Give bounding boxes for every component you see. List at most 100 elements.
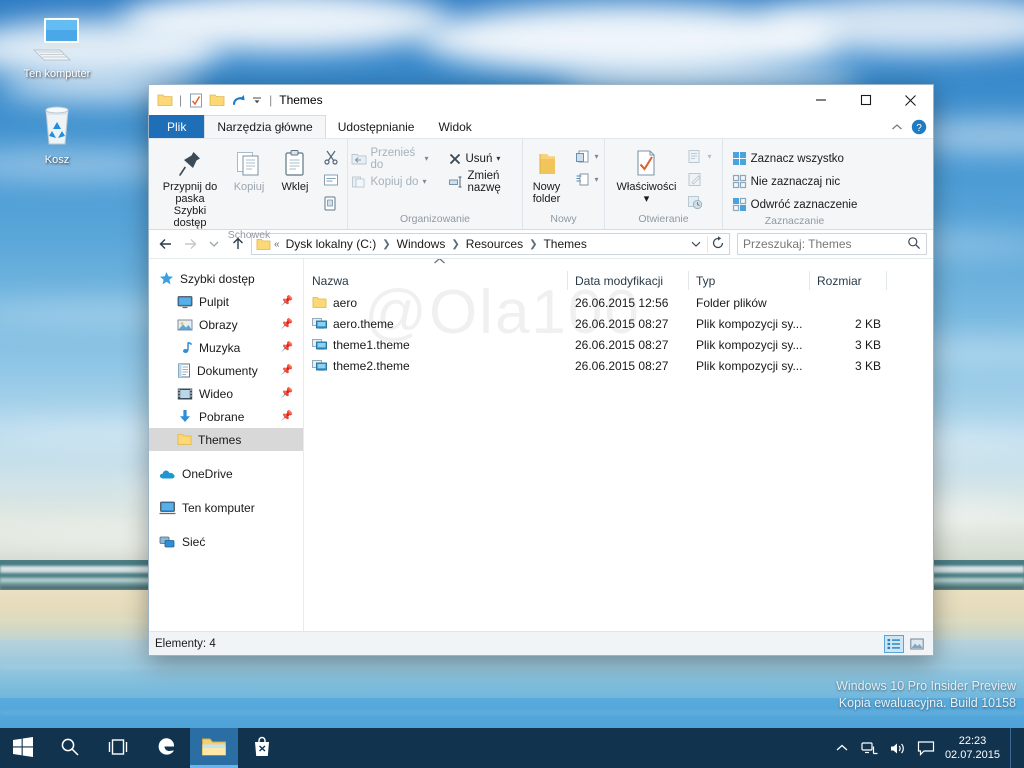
edit-button[interactable] bbox=[683, 169, 715, 190]
breadcrumb-item-3[interactable]: Themes bbox=[540, 237, 589, 251]
properties-button[interactable]: Właściwości ▾ bbox=[612, 145, 682, 205]
paste-shortcut-button[interactable] bbox=[319, 192, 343, 213]
new-folder-icon[interactable] bbox=[209, 93, 225, 107]
store-button[interactable] bbox=[238, 728, 286, 768]
search-input[interactable]: Przeszukaj: Themes bbox=[737, 233, 927, 255]
cut-button[interactable] bbox=[319, 146, 343, 167]
pin-icon[interactable]: 📌 bbox=[281, 319, 293, 330]
column-header-data[interactable]: Data modyfikacji bbox=[567, 269, 688, 292]
help-icon[interactable]: ? bbox=[911, 119, 927, 135]
delete-button[interactable]: Usuń ▾ bbox=[444, 148, 524, 169]
column-header-rozmiar[interactable]: Rozmiar bbox=[809, 269, 886, 292]
open-button[interactable]: ▾ bbox=[683, 146, 715, 167]
close-button[interactable] bbox=[888, 85, 933, 115]
desktop-icon-kosz[interactable]: Kosz bbox=[14, 100, 100, 167]
table-row[interactable]: theme1.theme 26.06.2015 08:27 Plik kompo… bbox=[304, 334, 933, 355]
sidebar-item-pulpit[interactable]: Pulpit 📌 bbox=[149, 290, 303, 313]
tab-udostepnianie[interactable]: Udostępnianie bbox=[326, 115, 427, 138]
tab-narzedzia-glowne[interactable]: Narzędzia główne bbox=[204, 115, 326, 138]
sidebar-item-ten-komputer[interactable]: Ten komputer bbox=[149, 496, 303, 519]
desktop-icon-ten-komputer[interactable]: Ten komputer bbox=[14, 14, 100, 81]
action-center-icon[interactable] bbox=[913, 728, 939, 768]
search-icon[interactable] bbox=[907, 236, 921, 253]
easy-access-button[interactable]: ▾ bbox=[571, 169, 603, 190]
file-name-cell[interactable]: theme1.theme bbox=[304, 338, 410, 352]
nav-header-szybki-dostep[interactable]: Szybki dostęp bbox=[149, 267, 303, 290]
file-explorer-button[interactable] bbox=[190, 728, 238, 768]
chevron-down-icon[interactable] bbox=[685, 239, 707, 249]
select-all-button[interactable]: Zaznacz wszystko bbox=[728, 148, 862, 169]
paste-button[interactable]: Wklej bbox=[273, 145, 317, 193]
column-divider[interactable] bbox=[886, 271, 887, 290]
breadcrumb-separator[interactable]: ❯ bbox=[382, 239, 390, 250]
breadcrumb-separator[interactable]: ❯ bbox=[451, 239, 459, 250]
history-button[interactable] bbox=[683, 192, 715, 213]
back-button[interactable] bbox=[155, 233, 177, 255]
redo-icon[interactable] bbox=[230, 93, 246, 107]
file-list-pane[interactable]: @Ola100 Nazwa Data modyfikacji Typ Rozmi… bbox=[303, 259, 933, 631]
properties-check-icon[interactable] bbox=[188, 93, 204, 108]
pin-icon[interactable]: 📌 bbox=[281, 296, 293, 307]
file-type: Folder plików bbox=[696, 295, 767, 310]
breadcrumb-separator[interactable]: ❯ bbox=[529, 239, 537, 250]
new-folder-button[interactable]: Nowy folder bbox=[525, 145, 569, 205]
network-icon[interactable] bbox=[857, 728, 883, 768]
tab-widok[interactable]: Widok bbox=[426, 115, 483, 138]
copy-to-button[interactable]: Kopiuj do ▾ bbox=[347, 171, 433, 192]
show-desktop-button[interactable] bbox=[1010, 728, 1018, 768]
folder-icon[interactable] bbox=[157, 93, 173, 107]
column-header-nazwa[interactable]: Nazwa bbox=[304, 269, 567, 292]
window-title-bar[interactable]: | | Themes bbox=[149, 85, 933, 115]
address-bar[interactable]: « Dysk lokalny (C:) ❯ Windows ❯ Resource… bbox=[251, 233, 730, 255]
sidebar-item-themes[interactable]: Themes bbox=[149, 428, 303, 451]
forward-button[interactable] bbox=[179, 233, 201, 255]
breadcrumb-item-0[interactable]: Dysk lokalny (C:) bbox=[283, 237, 380, 251]
pin-icon[interactable]: 📌 bbox=[281, 411, 293, 422]
recent-locations-button[interactable] bbox=[203, 233, 225, 255]
breadcrumb-overflow[interactable]: « bbox=[274, 239, 280, 250]
collapse-ribbon-icon[interactable] bbox=[891, 123, 903, 132]
breadcrumb-item-2[interactable]: Resources bbox=[463, 237, 526, 251]
rename-button[interactable]: Zmień nazwę bbox=[444, 170, 524, 194]
table-row[interactable]: theme2.theme 26.06.2015 08:27 Plik kompo… bbox=[304, 355, 933, 376]
file-name-cell[interactable]: aero.theme bbox=[304, 317, 394, 331]
column-header-typ[interactable]: Typ bbox=[688, 269, 809, 292]
sidebar-item-siec[interactable]: Sieć bbox=[149, 530, 303, 553]
pin-to-quick-access-button[interactable]: Przypnij do paska Szybki dostęp bbox=[155, 145, 225, 229]
edge-button[interactable] bbox=[142, 728, 190, 768]
details-view-button[interactable] bbox=[884, 634, 904, 653]
sidebar-item-pobrane[interactable]: Pobrane 📌 bbox=[149, 405, 303, 428]
copy-button[interactable]: Kopiuj bbox=[227, 145, 271, 193]
pin-icon[interactable]: 📌 bbox=[281, 342, 293, 353]
tab-plik[interactable]: Plik bbox=[149, 115, 205, 138]
pin-icon[interactable]: 📌 bbox=[281, 388, 293, 399]
move-to-button[interactable]: Przenieś do ▾ bbox=[347, 147, 433, 171]
maximize-button[interactable] bbox=[843, 85, 888, 115]
task-view-button[interactable] bbox=[94, 728, 142, 768]
refresh-icon[interactable] bbox=[707, 235, 727, 253]
copy-path-button[interactable] bbox=[319, 169, 343, 190]
file-name-cell[interactable]: theme2.theme bbox=[304, 359, 410, 373]
invert-selection-button[interactable]: Odwróć zaznaczenie bbox=[728, 194, 862, 215]
minimize-button[interactable] bbox=[798, 85, 843, 115]
taskbar-clock[interactable]: 22:23 02.07.2015 bbox=[941, 734, 1008, 762]
show-hidden-icons-icon[interactable] bbox=[829, 728, 855, 768]
sidebar-item-obrazy[interactable]: Obrazy 📌 bbox=[149, 313, 303, 336]
sidebar-item-dokumenty[interactable]: Dokumenty 📌 bbox=[149, 359, 303, 382]
new-item-button[interactable]: ▾ bbox=[571, 146, 603, 167]
breadcrumb-item-1[interactable]: Windows bbox=[394, 237, 449, 251]
sidebar-item-onedrive[interactable]: OneDrive bbox=[149, 462, 303, 485]
pin-icon[interactable]: 📌 bbox=[281, 365, 293, 376]
sidebar-item-muzyka[interactable]: Muzyka 📌 bbox=[149, 336, 303, 359]
large-icons-view-button[interactable] bbox=[907, 635, 927, 653]
sidebar-item-wideo[interactable]: Wideo 📌 bbox=[149, 382, 303, 405]
table-row[interactable]: aero.theme 26.06.2015 08:27 Plik kompozy… bbox=[304, 313, 933, 334]
search-button[interactable] bbox=[46, 728, 94, 768]
customize-caret-icon[interactable] bbox=[251, 94, 263, 106]
paste-shortcut-icon bbox=[323, 195, 337, 211]
select-none-button[interactable]: Nie zaznaczaj nic bbox=[728, 171, 862, 192]
table-row[interactable]: aero 26.06.2015 12:56 Folder plików bbox=[304, 292, 933, 313]
file-name-cell[interactable]: aero bbox=[304, 296, 357, 310]
start-button[interactable] bbox=[0, 728, 46, 768]
volume-icon[interactable] bbox=[885, 728, 911, 768]
